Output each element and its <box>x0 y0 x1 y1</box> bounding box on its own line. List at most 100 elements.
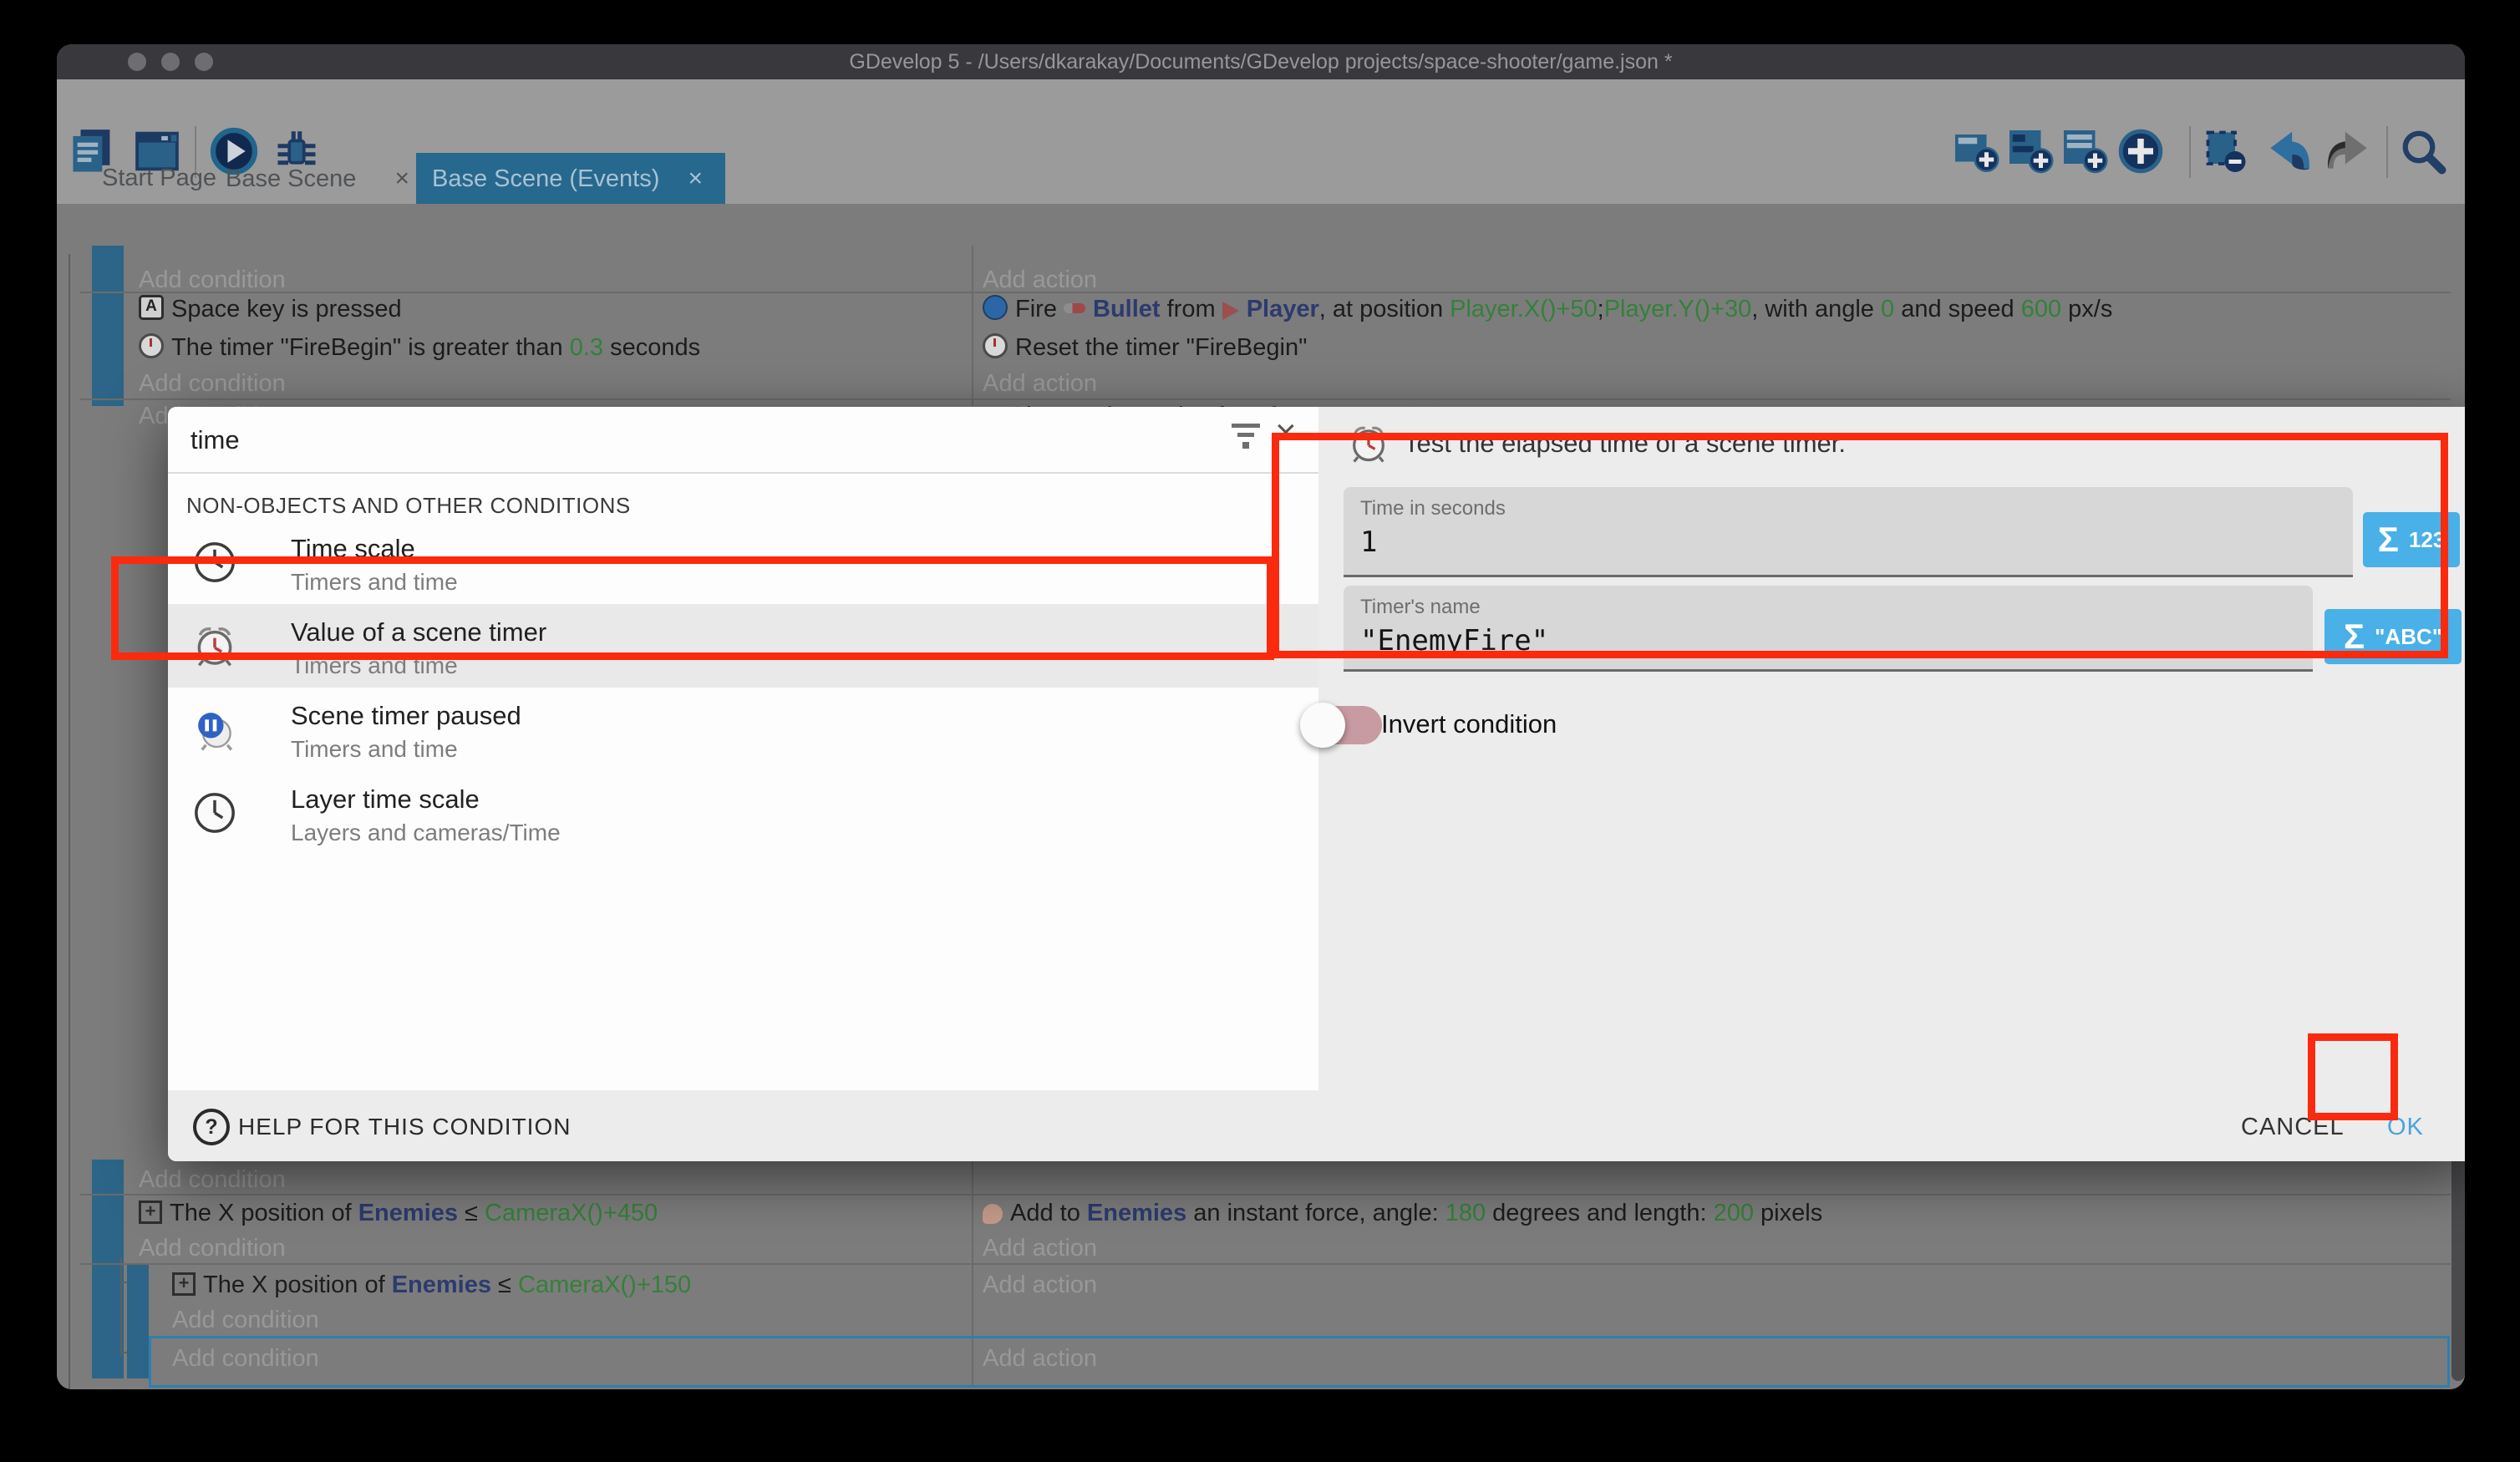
event-divider <box>80 1263 2451 1265</box>
add-action-row[interactable]: Add action <box>983 1268 1097 1302</box>
close-tab-icon[interactable]: × <box>388 153 416 204</box>
alarm-clock-icon <box>191 622 238 673</box>
expression-editor-string-button[interactable]: Σ "ABC" <box>2324 609 2462 664</box>
subevent-tree-line <box>120 1282 127 1283</box>
event-indent-bar <box>92 1160 124 1378</box>
choose-condition-dialog: × NON-OBJECTS AND OTHER CONDITIONS Time … <box>168 407 2465 1161</box>
condition-detail-panel: Test the elapsed time of a scene timer. … <box>1318 407 2465 1090</box>
event-indent-bar <box>92 246 124 406</box>
add-action-row[interactable]: Add action <box>983 1231 1097 1265</box>
condition-list-panel: × NON-OBJECTS AND OTHER CONDITIONS Time … <box>168 407 1318 1090</box>
subevent-indent-bar <box>127 1265 149 1378</box>
add-external-layout-button[interactable] <box>2058 125 2111 180</box>
action-fire-bullet[interactable]: Fire Bullet from Player, at position Pla… <box>983 292 2112 326</box>
item-subtitle: Timers and time <box>291 652 458 679</box>
screenshot-stage: GDevelop 5 - /Users/dkarakay/Documents/G… <box>0 0 2520 1462</box>
subevent-tree-line <box>120 1352 127 1353</box>
sigma-icon: Σ <box>2378 520 2399 560</box>
list-item-value-of-scene-timer[interactable]: Value of a scene timer Timers and time <box>168 604 1318 688</box>
clock-icon <box>191 789 238 840</box>
add-action-row[interactable]: Add action <box>983 1342 1097 1375</box>
close-tab-icon[interactable]: × <box>681 153 709 204</box>
list-item-layer-time-scale[interactable]: Layer time scale Layers and cameras/Time <box>168 771 1318 855</box>
close-dialog-icon[interactable]: × <box>1275 412 1297 454</box>
tab-base-scene-events[interactable]: Base Scene (Events) × <box>416 153 725 204</box>
timer-icon <box>983 333 1008 358</box>
condition-enemies-x450[interactable]: The X position of Enemies ≤ CameraX()+45… <box>139 1196 658 1230</box>
selected-event-outline <box>149 1336 2450 1388</box>
expression-button-label: "ABC" <box>2375 624 2442 650</box>
add-action-row[interactable]: Add action <box>983 367 1097 400</box>
remove-selection-button[interactable] <box>2200 125 2253 180</box>
add-external-events-icon <box>2005 126 2055 180</box>
alarm-clock-icon <box>1347 422 1390 470</box>
player-object-icon <box>1222 302 1239 320</box>
redo-icon <box>2324 125 2375 181</box>
undo-button[interactable] <box>2261 125 2314 180</box>
subevent-tree-line <box>120 1258 122 1355</box>
add-external-events-button[interactable] <box>2004 125 2057 180</box>
timer-icon <box>139 333 164 358</box>
tab-label: Base Scene (Events) <box>432 165 659 192</box>
keyboard-key-icon <box>139 295 164 320</box>
item-title: Value of a scene timer <box>291 617 546 647</box>
list-item-time-scale[interactable]: Time scale Timers and time <box>168 520 1318 604</box>
cancel-button[interactable]: CANCEL <box>2236 1105 2350 1147</box>
condition-timer-firebegin[interactable]: The timer "FireBegin" is greater than 0.… <box>139 331 700 364</box>
event-tree-line <box>69 254 70 1389</box>
condition-action-divider <box>972 246 973 406</box>
field-value: 1 <box>1360 525 1377 559</box>
fire-bullet-icon <box>983 295 1008 320</box>
help-button[interactable]: HELP FOR THIS CONDITION <box>238 1114 571 1140</box>
add-condition-row[interactable]: Add condition <box>172 1303 319 1337</box>
condition-description: Test the elapsed time of a scene timer. <box>1404 429 1846 459</box>
add-new-event-row[interactable]: Add a new event <box>94 1383 274 1389</box>
add-more-button[interactable]: Add... <box>2304 1383 2434 1389</box>
remove-selection-icon <box>2202 126 2252 180</box>
add-condition-row[interactable]: Add condition <box>139 1231 286 1265</box>
expression-editor-number-button[interactable]: Σ 123 <box>2363 512 2460 567</box>
item-title: Layer time scale <box>291 784 480 815</box>
field-value: "EnemyFire" <box>1360 624 1548 657</box>
invert-condition-label: Invert condition <box>1381 709 1557 739</box>
ok-button[interactable]: OK <box>2382 1105 2429 1147</box>
add-external-layout-icon <box>2060 126 2110 180</box>
item-subtitle: Timers and time <box>291 736 458 763</box>
redo-button[interactable] <box>2323 125 2376 180</box>
add-resource-button[interactable] <box>2114 125 2167 180</box>
timer-name-field[interactable]: Timer's name "EnemyFire" <box>1344 586 2313 672</box>
tab-label: Start Page <box>102 165 216 191</box>
filter-icon[interactable] <box>1229 419 1263 449</box>
item-subtitle: Layers and cameras/Time <box>291 820 561 846</box>
sigma-icon: Σ <box>2344 617 2365 657</box>
position-icon <box>139 1201 162 1224</box>
tab-label: Base Scene <box>226 165 356 192</box>
title-bar: GDevelop 5 - /Users/dkarakay/Documents/G… <box>57 44 2465 79</box>
action-reset-timer[interactable]: Reset the timer "FireBegin" <box>983 331 1307 364</box>
condition-space-key[interactable]: Space key is pressed <box>139 292 402 326</box>
condition-enemies-x150[interactable]: The X position of Enemies ≤ CameraX()+15… <box>172 1268 691 1302</box>
item-title: Scene timer paused <box>291 701 521 731</box>
tab-base-scene[interactable]: Base Scene × <box>216 153 426 204</box>
add-circle-icon <box>2116 126 2166 180</box>
time-in-seconds-field[interactable]: Time in seconds 1 <box>1344 487 2353 577</box>
add-condition-row[interactable]: Add condition <box>139 367 286 400</box>
field-label: Time in seconds <box>1360 497 1506 520</box>
conditions-section-header: NON-OBJECTS AND OTHER CONDITIONS <box>186 493 631 519</box>
invert-condition-toggle-thumb[interactable] <box>1300 703 1345 748</box>
field-label: Timer's name <box>1360 596 1481 619</box>
add-condition-row[interactable]: Add condition <box>139 1163 286 1196</box>
toolbar-divider <box>2189 126 2191 178</box>
search-input[interactable] <box>189 419 1178 462</box>
add-condition-row[interactable]: Add condition <box>172 1342 319 1375</box>
undo-icon <box>2262 125 2314 181</box>
search-events-button[interactable] <box>2396 125 2450 180</box>
item-title: Time scale <box>291 534 415 564</box>
add-scene-icon <box>1951 126 2001 180</box>
add-scene-button[interactable] <box>1949 125 2003 180</box>
search-icon <box>2398 126 2448 180</box>
list-item-scene-timer-paused[interactable]: Scene timer paused Timers and time <box>168 688 1318 771</box>
help-icon[interactable]: ? <box>193 1109 230 1145</box>
position-icon <box>172 1272 196 1296</box>
action-instant-force[interactable]: Add to Enemies an instant force, angle: … <box>983 1196 1822 1230</box>
